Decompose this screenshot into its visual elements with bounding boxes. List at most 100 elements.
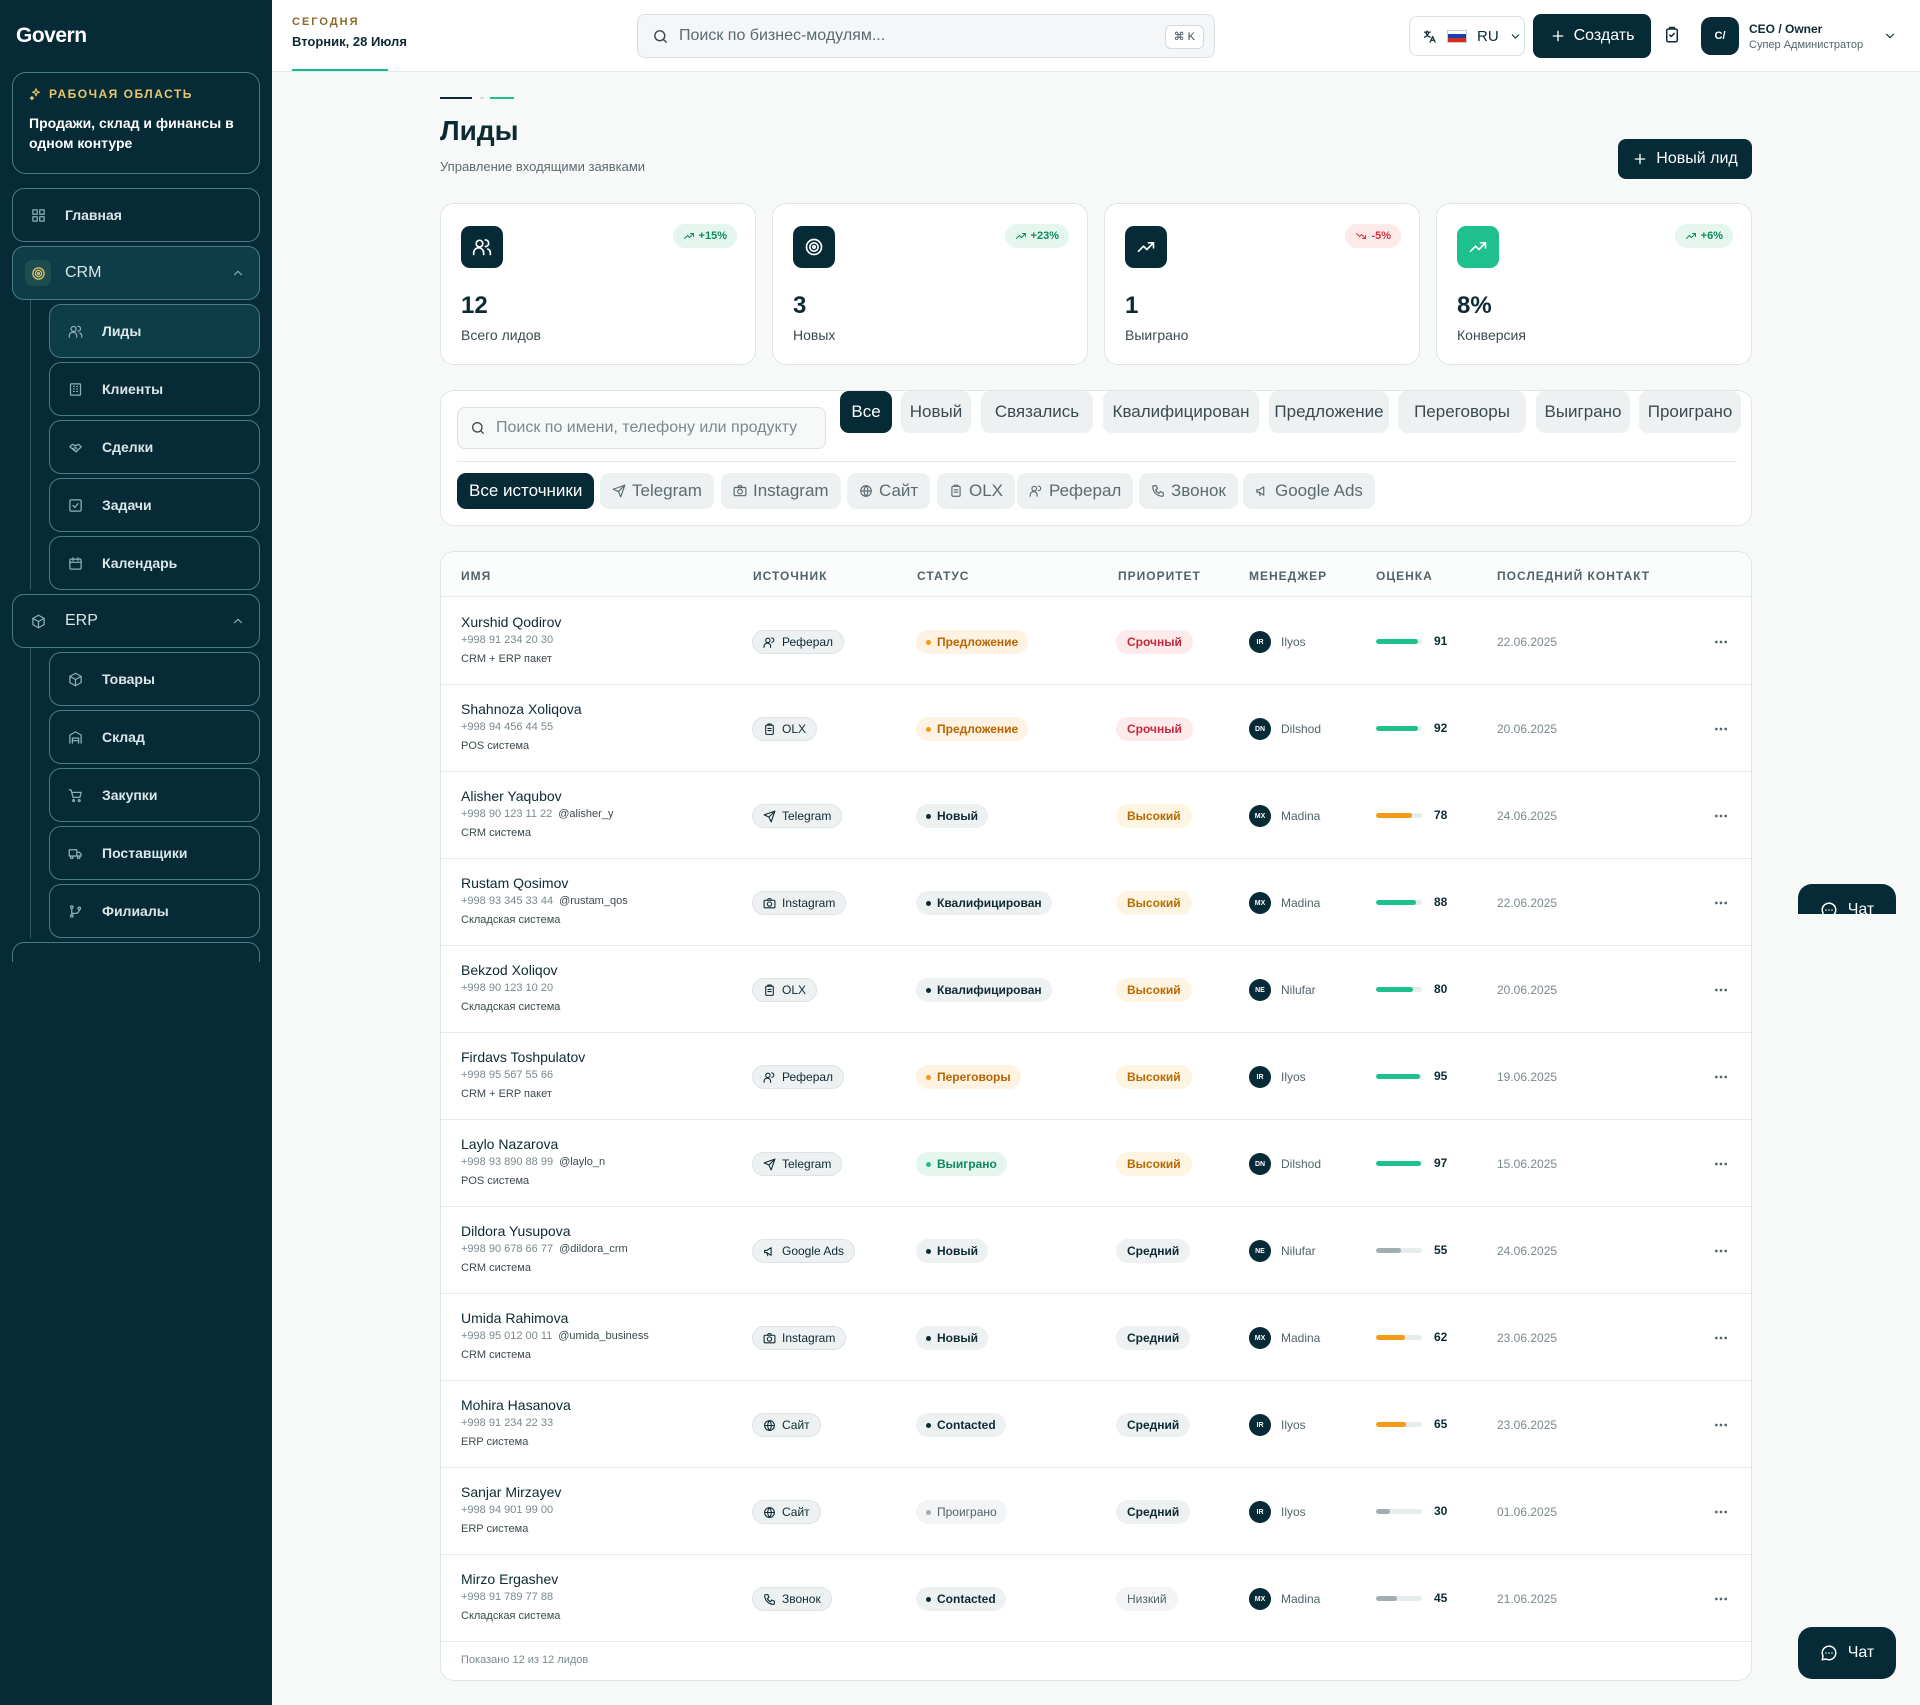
app-logo[interactable]: Govern xyxy=(16,24,87,48)
global-search[interactable]: Поиск по бизнес-модулям... ⌘ K xyxy=(637,14,1215,58)
source-filter-google-ads[interactable]: Google Ads xyxy=(1243,473,1375,509)
lead-phone: +998 91 234 22 33 xyxy=(461,1417,554,1429)
status-filter-negotiation[interactable]: Переговоры xyxy=(1398,391,1526,433)
lead-name[interactable]: Rustam Qosimov xyxy=(461,875,568,891)
more-icon[interactable] xyxy=(1713,808,1729,824)
table-row[interactable]: Mirzo Ergashev +998 91 789 77 88 Складская… xyxy=(441,1555,1751,1642)
lead-search[interactable]: Поиск по имени, телефону или продукту xyxy=(457,407,826,449)
sidebar-group-crm[interactable]: CRM xyxy=(12,246,260,300)
lead-name[interactable]: Mirzo Ergashev xyxy=(461,1571,558,1587)
more-icon[interactable] xyxy=(1713,895,1729,911)
table-row[interactable]: Alisher Yaqubov +998 90 123 11 22 @alisher… xyxy=(441,772,1751,859)
table-row[interactable]: Shahnoza Xoliqova +998 94 456 44 55 POS си… xyxy=(441,685,1751,772)
status-dot xyxy=(926,1335,931,1341)
table-row[interactable]: Mohira Hasanova +998 91 234 22 33 ERP сист… xyxy=(441,1381,1751,1468)
lead-name[interactable]: Shahnoza Xoliqova xyxy=(461,701,582,717)
sidebar-group-erp[interactable]: ERP xyxy=(12,594,260,648)
user-profile[interactable]: C/ CEO / Owner Супер Администратор xyxy=(1701,17,1901,55)
column-source[interactable]: ИСТОЧНИК xyxy=(753,569,827,583)
chevron-up-icon[interactable] xyxy=(231,614,245,628)
lead-name[interactable]: Umida Rahimova xyxy=(461,1310,568,1326)
lead-name[interactable]: Mohira Hasanova xyxy=(461,1397,571,1413)
column-name[interactable]: ИМЯ xyxy=(461,569,491,583)
table-row[interactable]: Umida Rahimova +998 95 012 00 11 @umida_bu… xyxy=(441,1294,1751,1381)
status-filter-won[interactable]: Выиграно xyxy=(1536,391,1630,433)
more-icon[interactable] xyxy=(1713,1591,1729,1607)
more-icon[interactable] xyxy=(1713,721,1729,737)
truck-icon xyxy=(68,848,82,859)
sidebar-item-warehouse[interactable]: Склад xyxy=(49,710,260,764)
status-filter-all[interactable]: Все xyxy=(840,391,892,433)
sidebar-item-products[interactable]: Товары xyxy=(49,652,260,706)
clipboard-icon[interactable] xyxy=(1663,26,1681,44)
lead-search-input[interactable]: Поиск по имени, телефону или продукту xyxy=(496,419,797,437)
lead-name[interactable]: Firdavs Toshpulatov xyxy=(461,1049,585,1065)
lead-name[interactable]: Xurshid Qodirov xyxy=(461,614,561,630)
lead-name[interactable]: Sanjar Mirzayev xyxy=(461,1484,561,1500)
sidebar-item-partial[interactable] xyxy=(12,942,260,962)
status-filter-proposal[interactable]: Предложение xyxy=(1269,391,1389,433)
more-icon[interactable] xyxy=(1713,1156,1729,1172)
table-row[interactable]: Firdavs Toshpulatov +998 95 567 55 66 CRM … xyxy=(441,1033,1751,1120)
manager-avatar: IR xyxy=(1249,1501,1271,1523)
table-row[interactable]: Sanjar Mirzayev +998 94 901 99 00 ERP сист… xyxy=(441,1468,1751,1555)
status-badge: Предложение xyxy=(916,630,1029,654)
more-icon[interactable] xyxy=(1713,1243,1729,1259)
chevron-up-icon[interactable] xyxy=(231,266,245,280)
source-filter-instagram[interactable]: Instagram xyxy=(721,473,841,509)
more-icon[interactable] xyxy=(1713,1330,1729,1346)
column-last-contact[interactable]: ПОСЛЕДНИЙ КОНТАКТ xyxy=(1497,569,1650,583)
source-badge: Реферал xyxy=(752,630,845,654)
source-filter-call[interactable]: Звонок xyxy=(1139,473,1238,509)
workspace-card[interactable]: РАБОЧАЯ ОБЛАСТЬ Продажи, склад и финансы… xyxy=(12,72,260,174)
status-filter-new[interactable]: Новый xyxy=(901,391,971,433)
sidebar-item-calendar[interactable]: Календарь xyxy=(49,536,260,590)
column-status[interactable]: СТАТУС xyxy=(917,569,969,583)
lead-name[interactable]: Bekzod Xoliqov xyxy=(461,962,558,978)
status-filter-contacted[interactable]: Связались xyxy=(981,391,1093,433)
score: 65 xyxy=(1376,1417,1447,1431)
table-row[interactable]: Rustam Qosimov +998 93 345 33 44 @rustam_q… xyxy=(441,859,1751,946)
manager-name: Nilufar xyxy=(1281,1244,1316,1258)
lead-product: POS система xyxy=(461,1175,530,1187)
new-lead-button[interactable]: Новый лид xyxy=(1618,139,1752,179)
lead-name[interactable]: Dildora Yusupova xyxy=(461,1223,570,1239)
more-icon[interactable] xyxy=(1713,1504,1729,1520)
status-filter-qualified[interactable]: Квалифицирован xyxy=(1103,391,1259,433)
sidebar-item-suppliers[interactable]: Поставщики xyxy=(49,826,260,880)
sidebar-item-deals[interactable]: Сделки xyxy=(49,420,260,474)
table-row[interactable]: Xurshid Qodirov +998 91 234 20 30 CRM + ER… xyxy=(441,598,1751,685)
more-icon[interactable] xyxy=(1713,1069,1729,1085)
more-icon[interactable] xyxy=(1713,1417,1729,1433)
chat-button[interactable]: Чат xyxy=(1798,1627,1896,1679)
language-select[interactable]: RU xyxy=(1409,16,1525,56)
source-filter-referral[interactable]: Реферал xyxy=(1017,473,1134,509)
manager: NE Nilufar xyxy=(1249,979,1316,1001)
manager-name: Madina xyxy=(1281,896,1321,910)
sidebar-item-branches[interactable]: Филиалы xyxy=(49,884,260,938)
send-icon xyxy=(763,810,776,822)
source-filter-olx[interactable]: OLX xyxy=(937,473,1016,509)
table-row[interactable]: Dildora Yusupova +998 90 678 66 77 @dildor… xyxy=(441,1207,1751,1294)
column-manager[interactable]: МЕНЕДЖЕР xyxy=(1249,569,1327,583)
global-search-input[interactable]: Поиск по бизнес-модулям... xyxy=(679,27,885,45)
source-filter-telegram[interactable]: Telegram xyxy=(600,473,714,509)
source-filter-site[interactable]: Сайт xyxy=(847,473,931,509)
create-button[interactable]: Создать xyxy=(1533,14,1651,58)
sidebar-item-purchases[interactable]: Закупки xyxy=(49,768,260,822)
lead-name[interactable]: Alisher Yaqubov xyxy=(461,788,562,804)
status-filter-lost[interactable]: Проиграно xyxy=(1639,391,1741,433)
sidebar-item-clients[interactable]: Клиенты xyxy=(49,362,260,416)
sidebar-item-home[interactable]: Главная xyxy=(12,188,260,242)
table-row[interactable]: Laylo Nazarova +998 93 890 88 99 @laylo_n P… xyxy=(441,1120,1751,1207)
column-score[interactable]: ОЦЕНКА xyxy=(1376,569,1433,583)
more-icon[interactable] xyxy=(1713,634,1729,650)
sidebar-item-tasks[interactable]: Задачи xyxy=(49,478,260,532)
sidebar-item-leads[interactable]: Лиды xyxy=(49,304,260,358)
chat-button-ghost[interactable]: Чат xyxy=(1798,884,1896,914)
table-row[interactable]: Bekzod Xoliqov +998 90 123 10 20 Складская… xyxy=(441,946,1751,1033)
more-icon[interactable] xyxy=(1713,982,1729,998)
source-filter-all[interactable]: Все источники xyxy=(457,473,595,509)
column-priority[interactable]: ПРИОРИТЕТ xyxy=(1118,569,1201,583)
lead-name[interactable]: Laylo Nazarova xyxy=(461,1136,558,1152)
